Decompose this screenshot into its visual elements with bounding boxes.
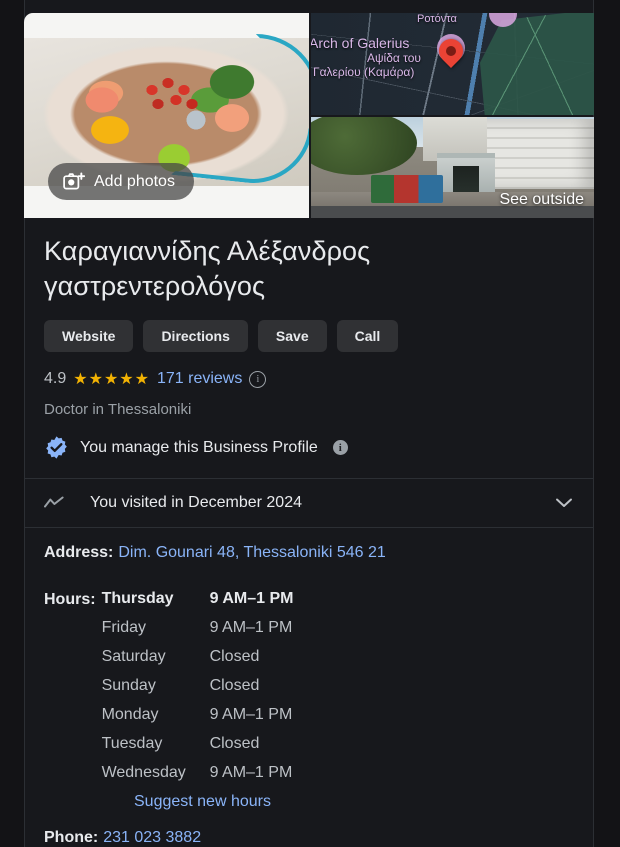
hours-time: 9 AM–1 PM	[209, 764, 293, 781]
hours-label: Hours:	[44, 591, 96, 608]
street-view-bins	[371, 175, 443, 203]
verified-badge-icon	[44, 435, 69, 460]
hours-day: Thursday	[101, 590, 174, 607]
save-button[interactable]: Save	[257, 320, 327, 352]
map-label-arch-greek-line1: Αψίδα του	[367, 51, 421, 65]
hours-time: Closed	[209, 677, 260, 694]
hours-day: Wednesday	[101, 764, 186, 781]
business-category: Doctor in Thessaloniki	[44, 401, 192, 418]
business-photo[interactable]: Add photos	[24, 13, 309, 218]
trending-line-icon	[44, 496, 66, 510]
suggest-new-hours-row: Suggest new hours	[24, 793, 594, 811]
hours-time: Closed	[209, 735, 260, 752]
map-label-arch-greek-line2: Γαλερίου (Καμάρα)	[313, 65, 415, 79]
table-row: Monday 9 AM–1 PM	[102, 706, 294, 735]
reviews-info-icon[interactable]: i	[249, 370, 267, 388]
manage-profile-info-icon[interactable]: i	[332, 440, 348, 455]
map-and-streetview: Ροτόντα Arch of Galerius Αψίδα του Γαλερ…	[311, 13, 594, 218]
hours-time: Closed	[209, 648, 260, 665]
panel-content: Καραγιαννίδης Αλέξανδρος γαστρεντερολόγο…	[24, 218, 594, 847]
knowledge-panel-page: Add photos Ροτόντα Arch of Galerius Αψίδ…	[0, 0, 620, 847]
phone-label: Phone:	[44, 829, 99, 846]
hours-table: Thursday 9 AM–1 PM Friday 9 AM–1 PM Satu…	[102, 590, 294, 793]
add-photos-label: Add photos	[94, 172, 175, 190]
street-view-tree	[311, 117, 417, 175]
media-strip: Add photos Ροτόντα Arch of Galerius Αψίδ…	[24, 13, 594, 218]
phone-row: Phone: 231 023 3882	[24, 811, 594, 847]
table-row: Thursday 9 AM–1 PM	[102, 590, 294, 619]
call-button[interactable]: Call	[336, 320, 399, 352]
street-view-thumbnail[interactable]: See outside	[311, 117, 594, 218]
map-label-arch-of-galerius: Arch of Galerius	[311, 35, 410, 51]
table-row: Tuesday Closed	[102, 735, 294, 764]
map-label-rotonta: Ροτόντα	[417, 13, 457, 25]
rating-row: 4.9 ★★★★★ 171 reviews i	[24, 352, 594, 389]
map-thumbnail[interactable]: Ροτόντα Arch of Galerius Αψίδα του Γαλερ…	[311, 13, 594, 115]
page-title: Καραγιαννίδης Αλέξανδρος γαστρεντερολόγο…	[44, 236, 371, 301]
address-row: Address: Dim. Gounari 48, Thessaloniki 5…	[24, 528, 594, 572]
manage-profile-row: You manage this Business Profile i	[24, 418, 594, 478]
visited-text: You visited in December 2024	[90, 494, 302, 511]
rating-score: 4.9	[44, 370, 67, 387]
hours-day: Friday	[101, 619, 147, 636]
hours-day: Monday	[101, 706, 159, 723]
hours-day: Sunday	[101, 677, 156, 694]
rating-stars-icon: ★★★★★	[73, 371, 150, 388]
hours-day: Tuesday	[101, 735, 163, 752]
table-row: Friday 9 AM–1 PM	[102, 619, 294, 648]
action-button-row: Website Directions Save Call	[24, 304, 594, 352]
table-row: Saturday Closed	[102, 648, 294, 677]
hours-time: 9 AM–1 PM	[209, 590, 294, 607]
website-button[interactable]: Website	[44, 320, 134, 352]
hours-day: Saturday	[101, 648, 166, 665]
suggest-new-hours-link[interactable]: Suggest new hours	[134, 793, 271, 811]
chevron-down-icon[interactable]	[554, 497, 574, 509]
hours-time: 9 AM–1 PM	[209, 706, 293, 723]
reviews-link[interactable]: 171 reviews	[157, 370, 242, 388]
hours-time: 9 AM–1 PM	[209, 619, 293, 636]
camera-plus-icon	[63, 172, 85, 191]
see-outside-label[interactable]: See outside	[499, 191, 584, 209]
add-photos-button[interactable]: Add photos	[48, 163, 194, 200]
hours-section: Hours: Thursday 9 AM–1 PM Friday 9 AM–1 …	[24, 572, 594, 793]
table-row: Sunday Closed	[102, 677, 294, 706]
address-value-link[interactable]: Dim. Gounari 48, Thessaloniki 546 21	[118, 544, 385, 562]
phone-value-link[interactable]: 231 023 3882	[103, 829, 201, 847]
visited-row[interactable]: You visited in December 2024	[24, 479, 594, 527]
table-row: Wednesday 9 AM–1 PM	[102, 764, 294, 793]
directions-button[interactable]: Directions	[143, 320, 248, 352]
address-label: Address:	[44, 544, 114, 561]
hours-table-body: Thursday 9 AM–1 PM Friday 9 AM–1 PM Satu…	[102, 590, 294, 793]
manage-profile-text: You manage this Business Profile	[80, 438, 318, 456]
